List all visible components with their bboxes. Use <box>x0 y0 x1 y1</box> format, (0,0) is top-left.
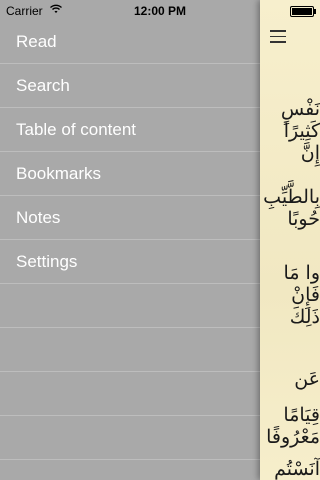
verse-text: فَإِنْ <box>291 284 320 306</box>
menu-empty-row <box>0 416 260 460</box>
menu-item-bookmarks[interactable]: Bookmarks <box>0 152 260 196</box>
menu-empty-row <box>0 328 260 372</box>
menu-item-table-of-content[interactable]: Table of content <box>0 108 260 152</box>
verse-text: إِنَّ <box>300 142 320 164</box>
battery-icon <box>290 6 316 17</box>
menu-item-label: Read <box>16 31 57 51</box>
hamburger-menu-icon[interactable] <box>270 30 286 44</box>
menu-item-read[interactable]: Read <box>0 20 260 64</box>
menu-item-label: Notes <box>16 207 61 227</box>
verse-text: ذَلِكَ <box>289 306 320 328</box>
verse-text: عَن <box>294 368 320 390</box>
menu-item-search[interactable]: Search <box>0 64 260 108</box>
verse-text: حُوبًا <box>287 208 320 230</box>
menu-item-settings[interactable]: Settings <box>0 240 260 284</box>
verse-text: مَعْرُوفًا 5 <box>260 426 320 448</box>
menu-item-notes[interactable]: Notes <box>0 196 260 240</box>
verse-text: بِالطَّيِّبِ <box>263 186 320 208</box>
menu-item-label: Table of content <box>16 119 137 139</box>
side-menu: Read Search Table of content Bookmarks N… <box>0 20 260 480</box>
verse-text: نَفْسٍ <box>280 98 320 120</box>
verse-text: وا مَا <box>283 262 320 284</box>
menu-empty-row <box>0 284 260 328</box>
verse-text: قِيَامًا <box>283 404 320 426</box>
verse-text: كَثِيرًا <box>283 120 320 142</box>
menu-item-label: Search <box>16 75 70 95</box>
menu-item-label: Settings <box>16 251 78 271</box>
menu-item-label: Bookmarks <box>16 163 102 183</box>
status-bar: Carrier 12:00 PM <box>0 0 320 20</box>
verse-text: آنَسْتُم <box>274 458 320 480</box>
reader-page[interactable]: نَفْسٍ كَثِيرًا إِنَّ بِالطَّيِّبِ حُوبً… <box>260 0 320 480</box>
clock: 12:00 PM <box>133 4 187 18</box>
menu-empty-row <box>0 372 260 416</box>
